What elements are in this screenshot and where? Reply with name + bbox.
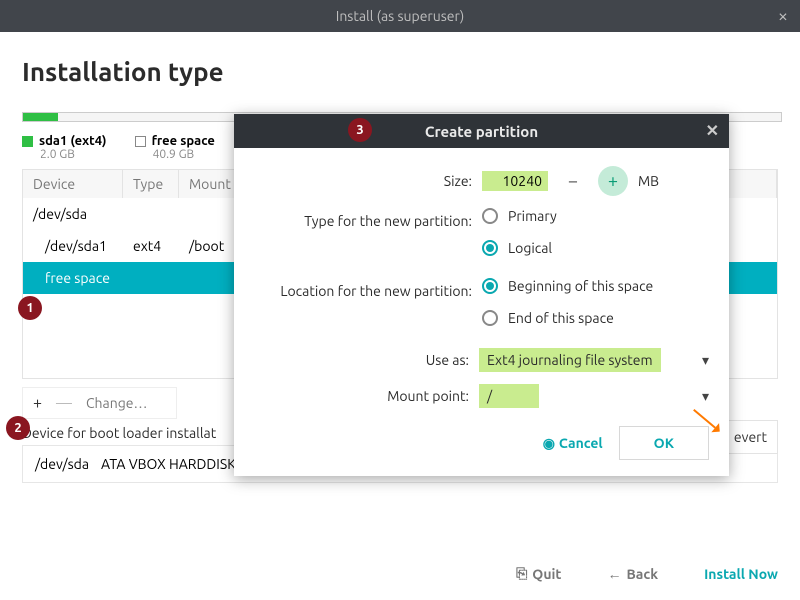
annotation-badge-2: 2: [6, 416, 30, 440]
ok-button[interactable]: OK: [619, 426, 709, 460]
legend-part-size: 2.0 GB: [40, 148, 107, 161]
col-device: Device: [23, 170, 123, 198]
size-plus-button[interactable]: +: [598, 166, 628, 196]
legend-free-label: free space: [152, 134, 215, 148]
radio-icon: [482, 278, 498, 294]
quit-button[interactable]: ⎘Quit: [516, 565, 561, 582]
radio-icon: [482, 310, 498, 326]
radio-primary[interactable]: Primary: [482, 208, 557, 224]
legend-swatch-used: [22, 136, 33, 147]
create-partition-dialog: Create partition ✕ Size: − + MB Type for…: [234, 114, 729, 476]
radio-icon: [482, 208, 498, 224]
window-title: Install (as superuser): [336, 8, 465, 24]
cancel-button[interactable]: ◉Cancel: [543, 435, 603, 452]
dialog-title: Create partition: [425, 123, 538, 140]
use-as-select[interactable]: Ext4 journaling file system▾: [479, 348, 709, 372]
page-title: Installation type: [0, 32, 800, 94]
revert-button[interactable]: evert: [723, 420, 778, 454]
add-partition-button[interactable]: +: [33, 394, 42, 412]
back-button[interactable]: ←Back: [607, 566, 658, 582]
partition-toolbar: + — Change…: [22, 387, 177, 419]
exit-icon: ⎘: [516, 565, 527, 582]
type-label: Type for the new partition:: [254, 213, 482, 229]
close-icon[interactable]: ×: [778, 6, 788, 26]
size-unit: MB: [638, 173, 659, 189]
change-partition-button[interactable]: Change…: [86, 395, 148, 411]
remove-partition-button[interactable]: —: [56, 394, 72, 412]
radio-logical[interactable]: Logical: [482, 240, 552, 256]
wizard-bottombar: ⎘Quit ←Back Install Now: [516, 565, 778, 582]
bootloader-device: /dev/sda: [35, 456, 89, 472]
legend-part-label: sda1 (ext4): [39, 134, 107, 148]
size-label: Size:: [254, 173, 482, 189]
legend-free-size: 40.9 GB: [153, 148, 215, 161]
dialog-titlebar: Create partition ✕: [234, 114, 729, 148]
use-as-label: Use as:: [254, 352, 479, 368]
legend-swatch-free: [135, 136, 146, 147]
chevron-down-icon: ▾: [702, 388, 709, 405]
mount-point-label: Mount point:: [254, 388, 479, 404]
arrow-left-icon: ←: [607, 566, 621, 582]
radio-icon: [482, 240, 498, 256]
mount-point-select[interactable]: /▾: [479, 384, 709, 408]
radio-beginning[interactable]: Beginning of this space: [482, 278, 653, 294]
annotation-badge-1: 1: [18, 296, 42, 320]
close-icon[interactable]: ✕: [706, 121, 719, 140]
chevron-down-icon: ▾: [702, 352, 709, 369]
cancel-icon: ◉: [543, 435, 555, 452]
window-titlebar: Install (as superuser) ×: [0, 0, 800, 32]
col-type: Type: [123, 170, 179, 198]
radio-end[interactable]: End of this space: [482, 310, 614, 326]
size-input[interactable]: [482, 171, 548, 191]
install-now-button[interactable]: Install Now: [704, 566, 778, 582]
annotation-badge-3: 3: [348, 118, 372, 142]
disk-used-segment: [23, 113, 58, 121]
size-minus-button[interactable]: −: [558, 166, 588, 196]
location-label: Location for the new partition:: [254, 283, 482, 299]
